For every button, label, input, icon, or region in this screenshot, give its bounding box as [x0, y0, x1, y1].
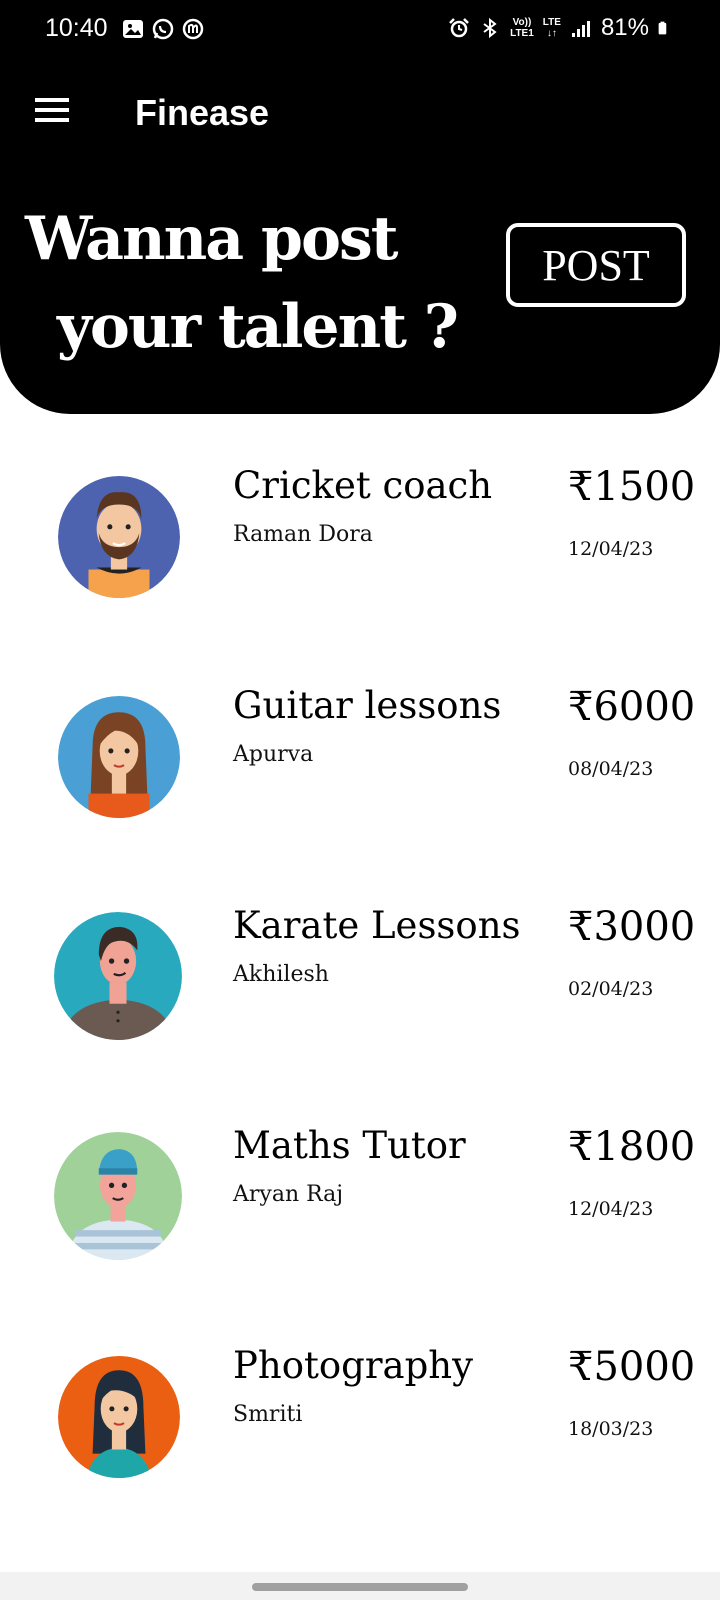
listing-date: 02/04/23: [568, 978, 654, 1000]
avatar: [58, 1356, 180, 1478]
listing-author: Raman Dora: [233, 522, 373, 547]
alarm-icon: [449, 18, 469, 38]
lte-indicator: LTE ↓↑: [542, 17, 561, 39]
header-banner: 10:40 Vo)) LTE1 LTE ↓↑ 81% Finease Wanna…: [0, 0, 720, 414]
listing-author: Aryan Raj: [233, 1182, 344, 1207]
menu-button[interactable]: [28, 90, 78, 130]
listing-author: Akhilesh: [233, 962, 329, 987]
signal-strength-icon: [571, 21, 590, 37]
home-indicator[interactable]: [252, 1583, 468, 1591]
avatar-man-icon: [54, 912, 182, 1040]
avatar: [58, 476, 180, 598]
hamburger-menu-icon: [35, 98, 69, 122]
banner-line-2: your talent ?: [57, 292, 459, 362]
status-indicators: Vo)) LTE1 LTE ↓↑ 81%: [448, 14, 672, 42]
gallery-icon: [123, 20, 143, 38]
list-item[interactable]: Cricket coach Raman Dora ₹1500 12/04/23: [0, 440, 720, 660]
avatar: [58, 696, 180, 818]
listing-price: ₹3000: [568, 904, 696, 950]
listing-title: Cricket coach: [233, 464, 493, 507]
whatsapp-icon: [152, 18, 174, 40]
listing-price: ₹6000: [568, 684, 696, 730]
avatar-bearded-man-icon: [58, 476, 180, 598]
battery-percent: 81%: [600, 14, 649, 41]
list-item[interactable]: Karate Lessons Akhilesh ₹3000 02/04/23: [0, 880, 720, 1100]
status-bar: 10:40 Vo)) LTE1 LTE ↓↑ 81%: [0, 0, 720, 60]
banner-heading: Wanna post your talent ?: [25, 195, 459, 371]
app-notification-icon: [182, 18, 204, 40]
banner-line-1: Wanna post: [25, 204, 399, 274]
listing-date: 12/04/23: [568, 1198, 654, 1220]
avatar-woman-icon: [58, 696, 180, 818]
volte-indicator: Vo)) LTE1: [510, 17, 534, 39]
app-title: Finease: [135, 92, 270, 133]
list-item[interactable]: Guitar lessons Apurva ₹6000 08/04/23: [0, 660, 720, 880]
listing-price: ₹5000: [568, 1344, 696, 1390]
avatar: [54, 1132, 182, 1260]
status-time: 10:40: [45, 14, 108, 42]
listing-price: ₹1800: [568, 1124, 696, 1170]
app-bar: Finease: [0, 70, 720, 150]
system-nav-bar: [0, 1572, 720, 1600]
listing-date: 12/04/23: [568, 538, 654, 560]
listing-title: Maths Tutor: [233, 1124, 466, 1167]
talent-list: Cricket coach Raman Dora ₹1500 12/04/23 …: [0, 440, 720, 1540]
bluetooth-icon: [483, 17, 497, 39]
listing-date: 08/04/23: [568, 758, 654, 780]
listing-price: ₹1500: [568, 464, 696, 510]
avatar-woman-dark-hair-icon: [58, 1356, 180, 1478]
listing-title: Karate Lessons: [233, 904, 521, 947]
notification-icons: [122, 18, 204, 40]
list-item[interactable]: Maths Tutor Aryan Raj ₹1800 12/04/23: [0, 1100, 720, 1320]
battery-icon: [658, 21, 667, 35]
listing-title: Guitar lessons: [233, 684, 502, 727]
listing-date: 18/03/23: [568, 1418, 654, 1440]
listing-author: Smriti: [233, 1402, 303, 1427]
list-item[interactable]: Photography Smriti ₹5000 18/03/23: [0, 1320, 720, 1540]
post-button[interactable]: POST: [506, 223, 686, 307]
listing-author: Apurva: [233, 742, 314, 767]
avatar: [54, 912, 182, 1040]
listing-title: Photography: [233, 1344, 473, 1387]
avatar-man-beanie-icon: [54, 1132, 182, 1260]
